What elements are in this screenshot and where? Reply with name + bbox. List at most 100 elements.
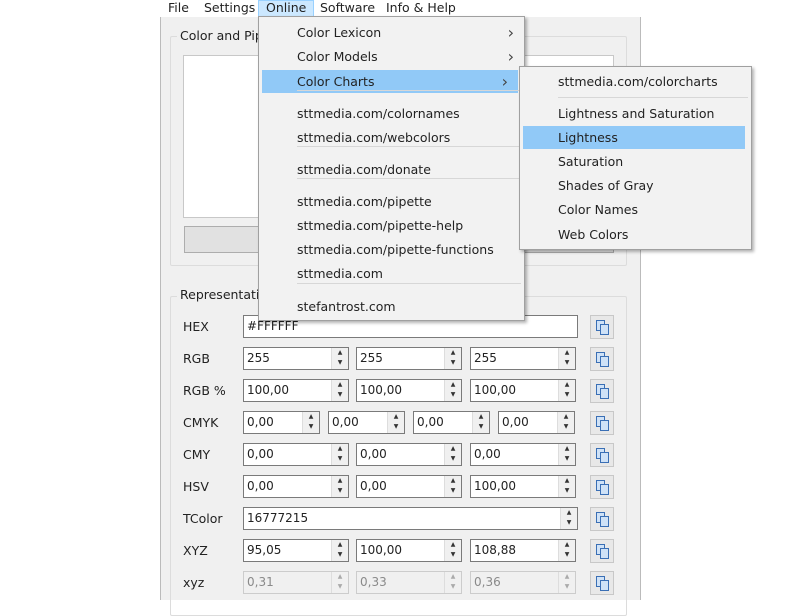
rgbp-field-0[interactable]: 100,00 ▲ ▼ <box>243 379 349 402</box>
spinner[interactable]: ▲ ▼ <box>331 572 348 593</box>
spinner[interactable]: ▲ ▼ <box>557 412 574 433</box>
spin-up-icon[interactable]: ▲ <box>445 476 461 486</box>
spin-down-icon[interactable]: ▼ <box>559 390 575 400</box>
rgbp-field-2[interactable]: 100,00 ▲ ▼ <box>470 379 576 402</box>
spin-up-icon[interactable]: ▲ <box>445 572 461 582</box>
spin-down-icon[interactable]: ▼ <box>473 422 489 432</box>
spin-down-icon[interactable]: ▼ <box>558 422 574 432</box>
spin-down-icon[interactable]: ▼ <box>445 550 461 560</box>
spinner[interactable]: ▲ ▼ <box>558 476 575 497</box>
spin-up-icon[interactable]: ▲ <box>332 348 348 358</box>
spinner[interactable]: ▲ ▼ <box>558 348 575 369</box>
online-menu-item-7[interactable]: sttmedia.com/pipette-help <box>259 214 524 237</box>
spin-down-icon[interactable]: ▼ <box>445 454 461 464</box>
spin-up-icon[interactable]: ▲ <box>332 572 348 582</box>
spinner[interactable]: ▲ ▼ <box>331 348 348 369</box>
spin-down-icon[interactable]: ▼ <box>332 454 348 464</box>
spinner[interactable]: ▲ ▼ <box>558 444 575 465</box>
spin-down-icon[interactable]: ▼ <box>388 422 404 432</box>
xyz-field-0[interactable]: 95,05 ▲ ▼ <box>243 539 349 562</box>
copy-xyz-button[interactable] <box>590 539 614 563</box>
charts-submenu-item-0[interactable]: sttmedia.com/colorcharts <box>520 70 751 93</box>
xyz-field-1[interactable]: 100,00 ▲ ▼ <box>356 539 462 562</box>
spin-up-icon[interactable]: ▲ <box>559 444 575 454</box>
spin-down-icon[interactable]: ▼ <box>559 550 575 560</box>
spin-up-icon[interactable]: ▲ <box>445 540 461 550</box>
copy-rgbp-button[interactable] <box>590 379 614 403</box>
menu-settings[interactable]: Settings <box>197 0 262 17</box>
copy-rgb-button[interactable] <box>590 347 614 371</box>
spin-down-icon[interactable]: ▼ <box>332 486 348 496</box>
spin-down-icon[interactable]: ▼ <box>332 390 348 400</box>
rgbp-field-1[interactable]: 100,00 ▲ ▼ <box>356 379 462 402</box>
spinner[interactable]: ▲ ▼ <box>331 380 348 401</box>
copy-hex-button[interactable] <box>590 315 614 339</box>
spinner[interactable]: ▲ ▼ <box>558 380 575 401</box>
tcolor-field-0[interactable]: 16777215 ▲ ▼ <box>243 507 578 530</box>
spinner[interactable]: ▲ ▼ <box>331 476 348 497</box>
cmyk-field-2[interactable]: 0,00 ▲ ▼ <box>413 411 490 434</box>
spin-up-icon[interactable]: ▲ <box>445 348 461 358</box>
cmy-field-1[interactable]: 0,00 ▲ ▼ <box>356 443 462 466</box>
copy-cmy-button[interactable] <box>590 443 614 467</box>
spinner[interactable]: ▲ ▼ <box>558 540 575 561</box>
spinner[interactable]: ▲ ▼ <box>472 412 489 433</box>
charts-submenu-item-5[interactable]: Color Names <box>520 198 751 221</box>
spin-down-icon[interactable]: ▼ <box>332 358 348 368</box>
xyz_small-field-2[interactable]: 0,36 ▲ ▼ <box>470 571 576 594</box>
spinner[interactable]: ▲ ▼ <box>444 476 461 497</box>
xyz_small-field-1[interactable]: 0,33 ▲ ▼ <box>356 571 462 594</box>
rgb-field-2[interactable]: 255 ▲ ▼ <box>470 347 576 370</box>
spin-up-icon[interactable]: ▲ <box>388 412 404 422</box>
spin-down-icon[interactable]: ▼ <box>332 550 348 560</box>
spin-down-icon[interactable]: ▼ <box>332 582 348 592</box>
copy-hsv-button[interactable] <box>590 475 614 499</box>
cmy-field-0[interactable]: 0,00 ▲ ▼ <box>243 443 349 466</box>
rgb-field-0[interactable]: 255 ▲ ▼ <box>243 347 349 370</box>
hsv-field-0[interactable]: 0,00 ▲ ▼ <box>243 475 349 498</box>
menu-info-help[interactable]: Info & Help <box>379 0 463 17</box>
spin-down-icon[interactable]: ▼ <box>559 582 575 592</box>
online-menu-item-1[interactable]: Color Models › <box>259 45 524 68</box>
spin-up-icon[interactable]: ▲ <box>559 572 575 582</box>
charts-submenu-item-1[interactable]: Lightness and Saturation <box>520 102 751 125</box>
copy-tcolor-button[interactable] <box>590 507 614 531</box>
spin-down-icon[interactable]: ▼ <box>445 486 461 496</box>
copy-xyz_small-button[interactable] <box>590 571 614 595</box>
hsv-field-2[interactable]: 100,00 ▲ ▼ <box>470 475 576 498</box>
spinner[interactable]: ▲ ▼ <box>331 444 348 465</box>
spinner[interactable]: ▲ ▼ <box>444 348 461 369</box>
spinner[interactable]: ▲ ▼ <box>444 572 461 593</box>
spin-up-icon[interactable]: ▲ <box>561 508 577 518</box>
charts-submenu-item-3[interactable]: Saturation <box>520 150 751 173</box>
online-menu-item-0[interactable]: Color Lexicon › <box>259 21 524 44</box>
spin-down-icon[interactable]: ▼ <box>559 454 575 464</box>
spinner[interactable]: ▲ ▼ <box>558 572 575 593</box>
spin-up-icon[interactable]: ▲ <box>445 444 461 454</box>
spinner[interactable]: ▲ ▼ <box>387 412 404 433</box>
cmyk-field-1[interactable]: 0,00 ▲ ▼ <box>328 411 405 434</box>
xyz_small-field-0[interactable]: 0,31 ▲ ▼ <box>243 571 349 594</box>
menu-online[interactable]: Online <box>258 0 315 17</box>
spin-down-icon[interactable]: ▼ <box>303 422 319 432</box>
online-menu-item-3[interactable]: sttmedia.com/colornames <box>259 102 524 125</box>
online-menu-item-10[interactable]: stefantrost.com <box>259 295 524 318</box>
spin-up-icon[interactable]: ▲ <box>445 380 461 390</box>
spinner[interactable]: ▲ ▼ <box>302 412 319 433</box>
spin-down-icon[interactable]: ▼ <box>445 358 461 368</box>
menu-file[interactable]: File <box>161 0 196 17</box>
charts-submenu-item-4[interactable]: Shades of Gray <box>520 174 751 197</box>
spin-down-icon[interactable]: ▼ <box>445 582 461 592</box>
spin-up-icon[interactable]: ▲ <box>303 412 319 422</box>
menu-software[interactable]: Software <box>313 0 382 17</box>
spinner[interactable]: ▲ ▼ <box>444 540 461 561</box>
online-menu-item-8[interactable]: sttmedia.com/pipette-functions <box>259 238 524 261</box>
cmy-field-2[interactable]: 0,00 ▲ ▼ <box>470 443 576 466</box>
spin-up-icon[interactable]: ▲ <box>559 476 575 486</box>
spinner[interactable]: ▲ ▼ <box>444 380 461 401</box>
copy-cmyk-button[interactable] <box>590 411 614 435</box>
charts-submenu-item-6[interactable]: Web Colors <box>520 223 751 246</box>
spin-up-icon[interactable]: ▲ <box>559 380 575 390</box>
spin-up-icon[interactable]: ▲ <box>332 476 348 486</box>
spin-up-icon[interactable]: ▲ <box>559 348 575 358</box>
